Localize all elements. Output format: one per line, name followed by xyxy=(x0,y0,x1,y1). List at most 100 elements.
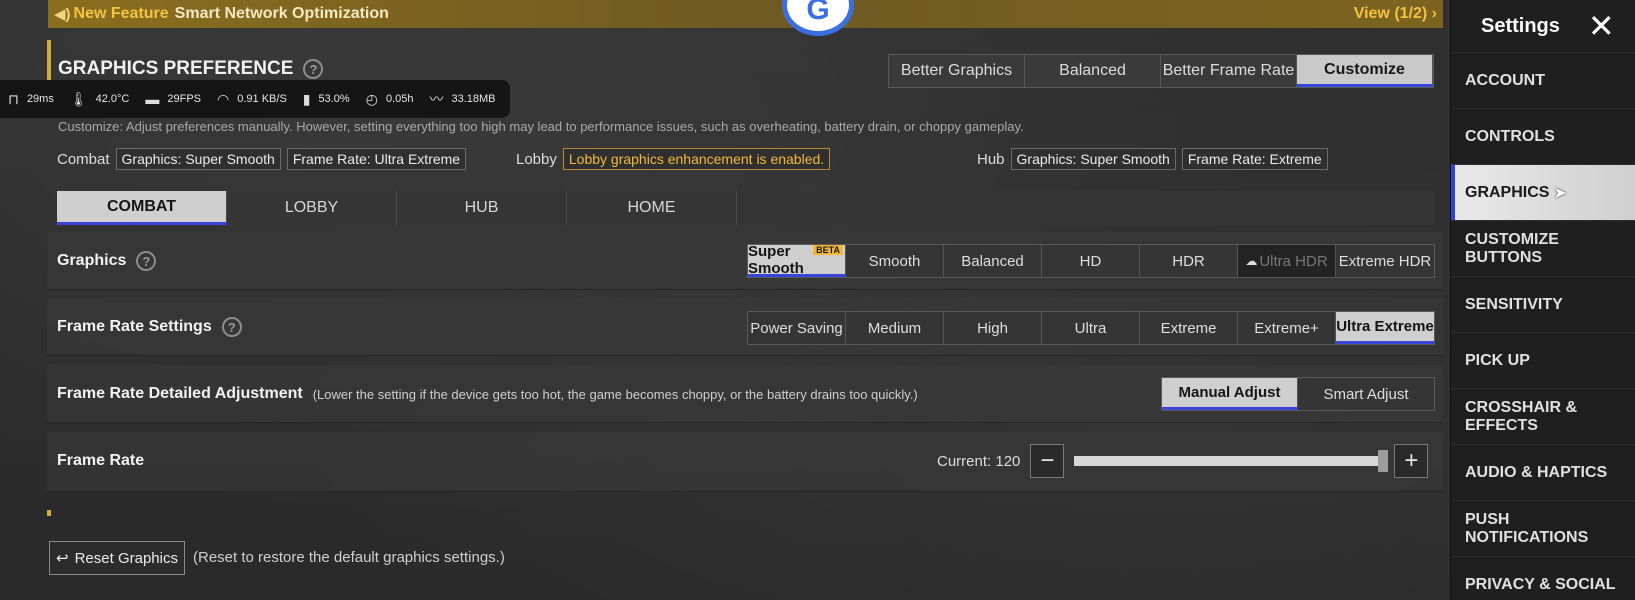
fps-option-power-saving[interactable]: Power Saving xyxy=(748,312,846,344)
mode-tabs: COMBAT LOBBY HUB HOME xyxy=(57,191,1434,225)
router-icon: ⊓ xyxy=(8,90,19,107)
banner-title: Smart Network Optimization xyxy=(174,5,389,22)
help-icon[interactable]: ? xyxy=(303,59,324,79)
banner-view-link[interactable]: View (1/2) › xyxy=(1354,5,1437,23)
sidebar-item-push-notifications[interactable]: PUSH NOTIFICATIONS xyxy=(1451,500,1635,556)
new-feature-label: New Feature xyxy=(73,5,169,22)
frame-rate-settings-label: Frame Rate Settings ? xyxy=(57,317,242,337)
tab-combat[interactable]: COMBAT xyxy=(57,191,227,225)
detailed-adjustment-row: Frame Rate Detailed Adjustment (Lower th… xyxy=(47,365,1443,423)
preset-better-graphics[interactable]: Better Graphics xyxy=(889,55,1025,87)
lobby-summary-label: Lobby xyxy=(516,150,557,168)
temperature-value: 42.0°C xyxy=(95,93,130,105)
wifi-icon: ◠ xyxy=(217,90,230,107)
undo-icon: ↩ xyxy=(56,550,69,567)
graphics-row: Graphics ? Super Smooth BETA Smooth Bala… xyxy=(47,232,1443,290)
session-time-value: 0.05h xyxy=(385,93,414,105)
tab-lobby[interactable]: LOBBY xyxy=(227,191,397,225)
decrease-button[interactable]: − xyxy=(1030,444,1065,478)
g-logo-letter: G xyxy=(806,0,830,26)
combat-summary-label: Combat xyxy=(57,150,110,168)
frame-rate-selector: Power Saving Medium High Ultra Extreme E… xyxy=(747,311,1435,345)
fps-option-medium[interactable]: Medium xyxy=(846,312,944,344)
graphics-option-smooth[interactable]: Smooth xyxy=(846,245,944,277)
graphics-help-icon[interactable]: ? xyxy=(136,251,157,271)
graphics-option-ultra-hdr-label: Ultra HDR xyxy=(1259,252,1328,270)
hub-summary: Hub Graphics: Super Smooth Frame Rate: E… xyxy=(977,148,1328,170)
preset-customize[interactable]: Customize xyxy=(1297,55,1433,87)
graphics-option-balanced[interactable]: Balanced xyxy=(944,245,1042,277)
graphics-option-ultra-hdr[interactable]: ☁ Ultra HDR xyxy=(1238,245,1336,277)
fps-option-ultra-extreme[interactable]: Ultra Extreme xyxy=(1336,312,1434,344)
frame-rate-settings-row: Frame Rate Settings ? Power Saving Mediu… xyxy=(47,298,1443,356)
graphics-label-text: Graphics xyxy=(57,252,127,269)
increase-button[interactable]: + xyxy=(1394,444,1429,478)
detailed-adjustment-label-text: Frame Rate Detailed Adjustment xyxy=(57,385,303,402)
mouse-cursor-icon: ➤ xyxy=(1553,184,1567,202)
reset-hint: (Reset to restore the default graphics s… xyxy=(193,549,505,566)
combat-graphics-chip: Graphics: Super Smooth xyxy=(115,148,281,170)
frame-rate-slider-group: Current: 120 − + xyxy=(937,444,1429,478)
sidebar-item-audio-haptics[interactable]: AUDIO & HAPTICS xyxy=(1451,444,1635,500)
fps-icon: ▬ xyxy=(145,91,160,107)
combat-fps-chip: Frame Rate: Ultra Extreme xyxy=(286,148,467,170)
page-title: GRAPHICS PREFERENCE ? xyxy=(58,58,324,80)
feature-banner[interactable]: ◀) New Feature Smart Network Optimizatio… xyxy=(48,0,1443,28)
memory-icon: 〰 xyxy=(429,91,444,107)
sidebar-item-account[interactable]: ACCOUNT xyxy=(1451,52,1635,108)
speaker-icon: ◀) xyxy=(54,6,71,23)
detailed-adjustment-label: Frame Rate Detailed Adjustment (Lower th… xyxy=(57,385,918,403)
fps-option-ultra[interactable]: Ultra xyxy=(1042,312,1140,344)
reset-graphics-button[interactable]: ↩ Reset Graphics xyxy=(49,541,185,575)
fps-value: 29FPS xyxy=(167,93,202,105)
sidebar-item-pick-up[interactable]: PICK UP xyxy=(1451,332,1635,388)
graphics-option-hd[interactable]: HD xyxy=(1042,245,1140,277)
frame-rate-row: Frame Rate Current: 120 − + xyxy=(47,432,1443,492)
section-accent-bar-bottom xyxy=(47,510,51,516)
hub-summary-label: Hub xyxy=(977,150,1005,168)
network-speed-value: 0.91 KB/S xyxy=(237,93,287,105)
sidebar-item-privacy-social[interactable]: PRIVACY & SOCIAL xyxy=(1451,556,1635,600)
sidebar-item-graphics[interactable]: GRAPHICS ➤ xyxy=(1451,164,1635,220)
fps-option-high[interactable]: High xyxy=(944,312,1042,344)
sidebar-item-controls[interactable]: CONTROLS xyxy=(1451,108,1635,164)
smart-adjust-button[interactable]: Smart Adjust xyxy=(1298,378,1434,410)
graphics-option-super-smooth[interactable]: Super Smooth BETA xyxy=(748,243,846,277)
performance-overlay: ⊓ 29ms 🌡︎ 42.0°C ▬ 29FPS ◠ 0.91 KB/S ▮ 53.0% … xyxy=(0,80,510,118)
preset-better-frame-rate[interactable]: Better Frame Rate xyxy=(1161,55,1297,87)
thermometer-icon: 🌡︎ xyxy=(69,90,88,107)
frame-rate-help-icon[interactable]: ? xyxy=(221,317,242,337)
fps-option-extreme-plus[interactable]: Extreme+ xyxy=(1238,312,1336,344)
tabs-filler xyxy=(737,191,1434,225)
tab-home[interactable]: HOME xyxy=(567,191,737,225)
memory-value: 33.18MB xyxy=(451,93,496,105)
preset-description: Customize: Adjust preferences manually. … xyxy=(58,119,1024,134)
fps-option-extreme[interactable]: Extreme xyxy=(1140,312,1238,344)
tab-hub[interactable]: HUB xyxy=(397,191,567,225)
graphics-option-extreme-hdr[interactable]: Extreme HDR xyxy=(1336,245,1434,277)
frame-rate-settings-label-text: Frame Rate Settings xyxy=(57,318,212,335)
sidebar-item-sensitivity[interactable]: SENSITIVITY xyxy=(1451,276,1635,332)
frame-rate-current: Current: 120 xyxy=(937,452,1021,470)
hub-graphics-chip: Graphics: Super Smooth xyxy=(1010,148,1176,170)
manual-adjust-button[interactable]: Manual Adjust xyxy=(1162,378,1298,410)
sidebar-header: Settings ✕ xyxy=(1451,0,1635,52)
graphics-label: Graphics ? xyxy=(57,251,157,271)
beta-badge: BETA xyxy=(813,245,843,255)
sidebar-item-crosshair-effects[interactable]: CROSSHAIR & EFFECTS xyxy=(1451,388,1635,444)
battery-value: 53.0% xyxy=(318,93,350,105)
close-icon[interactable]: ✕ xyxy=(1588,7,1615,45)
timer-icon: ◴ xyxy=(365,90,378,107)
lobby-note-chip: Lobby graphics enhancement is enabled. xyxy=(562,148,831,170)
graphics-preset-selector: Better Graphics Balanced Better Frame Ra… xyxy=(888,54,1434,88)
graphics-option-hdr[interactable]: HDR xyxy=(1140,245,1238,277)
frame-rate-label: Frame Rate xyxy=(57,452,145,469)
page-title-text: GRAPHICS PREFERENCE xyxy=(58,58,294,79)
frame-rate-slider[interactable] xyxy=(1074,450,1389,472)
sidebar-item-customize-buttons[interactable]: CUSTOMIZE BUTTONS xyxy=(1451,220,1635,276)
hub-fps-chip: Frame Rate: Extreme xyxy=(1181,148,1328,170)
cloud-download-icon: ☁ xyxy=(1245,254,1258,268)
slider-thumb[interactable] xyxy=(1378,450,1389,472)
preset-balanced[interactable]: Balanced xyxy=(1025,55,1161,87)
sidebar-title: Settings xyxy=(1481,14,1560,37)
